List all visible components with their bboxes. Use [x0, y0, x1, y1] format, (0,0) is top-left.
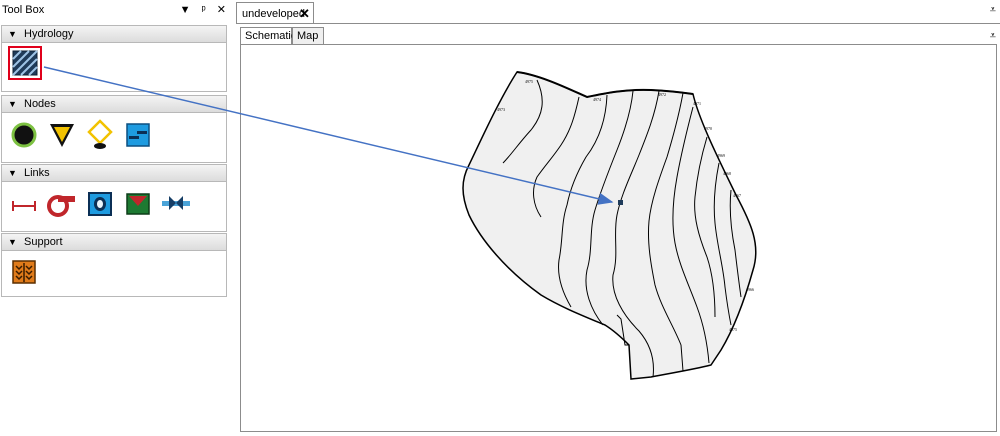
- contour-label: 4972: [658, 92, 666, 97]
- section-hydrology-header[interactable]: ▼ Hydrology: [1, 25, 227, 43]
- contour-label: 4974: [593, 97, 601, 102]
- subbasin-icon: [12, 50, 38, 76]
- subbasin-marker: [618, 200, 623, 205]
- storage-tool-button[interactable]: [124, 121, 152, 149]
- contour-label: 4967: [733, 193, 741, 198]
- section-support-header[interactable]: ▼ Support: [1, 233, 227, 251]
- toolbox-pin-icon[interactable]: ᵖ: [202, 4, 206, 16]
- toolbox-panel: Tool Box ▼ ᵖ ✕ ▼ Hydrology ▼ Nodes ▼ Lin…: [0, 0, 230, 436]
- section-support-body: [1, 251, 227, 297]
- toolbox-header: Tool Box ▼ ᵖ ✕: [0, 0, 230, 22]
- rain-gage-tool-button[interactable]: [10, 258, 38, 286]
- toolbox-dropdown-icon[interactable]: ▼: [180, 4, 191, 16]
- outfall-icon: [50, 124, 74, 147]
- junction-icon: [11, 122, 37, 148]
- orifice-tool-button[interactable]: [86, 190, 114, 218]
- contour-label: 4968: [723, 171, 731, 176]
- pump-tool-button[interactable]: [46, 191, 75, 219]
- outlet-icon: [162, 196, 190, 210]
- view-menu-icon[interactable]: ⩡: [990, 30, 996, 43]
- section-nodes-label: Nodes: [24, 98, 56, 110]
- contour-label: 4975: [729, 327, 737, 332]
- weir-icon: [126, 193, 150, 215]
- document-tab-label: undeveloped: [242, 8, 306, 20]
- contour-label: 4975: [525, 79, 533, 84]
- collapse-icon: ▼: [8, 29, 17, 39]
- outfall-tool-button[interactable]: [48, 121, 76, 149]
- subbasin-map: 4975 4974 4973 4972 4971 4970 4969 4968 …: [462, 71, 757, 380]
- storage-icon: [126, 123, 150, 147]
- document-menu-icon[interactable]: ⩡: [990, 4, 996, 17]
- document-area: undeveloped ✕ ⩡ Schematic Map ⩡ 4975 497…: [236, 0, 1000, 436]
- section-links-header[interactable]: ▼ Links: [1, 164, 227, 182]
- collapse-icon: ▼: [8, 168, 17, 178]
- weir-tool-button[interactable]: [124, 190, 152, 218]
- contour-label: 4966: [746, 287, 754, 292]
- close-icon[interactable]: ✕: [299, 6, 310, 22]
- contour-label: 4969: [717, 153, 725, 158]
- divider-tool-button[interactable]: [86, 119, 114, 149]
- divider-icon: [87, 119, 113, 149]
- contour-label: 4971: [693, 101, 701, 106]
- section-nodes-header[interactable]: ▼ Nodes: [1, 95, 227, 113]
- section-hydrology-body: [1, 43, 227, 92]
- junction-tool-button[interactable]: [10, 121, 38, 149]
- orifice-icon: [88, 192, 112, 216]
- subbasin-tool-button[interactable]: [8, 46, 42, 80]
- pump-icon: [47, 195, 75, 217]
- outlet-tool-button[interactable]: [160, 190, 190, 218]
- collapse-icon: ▼: [8, 99, 17, 109]
- conduit-tool-button[interactable]: [10, 192, 38, 220]
- document-tab[interactable]: undeveloped ✕: [236, 2, 314, 24]
- toolbox-close-icon[interactable]: ✕: [217, 3, 226, 16]
- collapse-icon: ▼: [8, 237, 17, 247]
- contour-label: 4973: [497, 107, 505, 112]
- conduit-icon: [12, 201, 36, 211]
- tab-schematic[interactable]: Schematic: [240, 27, 296, 45]
- contour-label: 4970: [704, 126, 712, 131]
- section-support-label: Support: [24, 236, 63, 248]
- section-links-label: Links: [24, 167, 50, 179]
- section-nodes-body: [1, 113, 227, 163]
- tab-strip-divider: [236, 23, 1000, 24]
- toolbox-title: Tool Box: [2, 4, 45, 16]
- tab-map[interactable]: Map: [292, 27, 324, 45]
- schematic-canvas[interactable]: 4975 4974 4973 4972 4971 4970 4969 4968 …: [240, 44, 997, 432]
- basin-boundary: [462, 71, 757, 380]
- section-hydrology-label: Hydrology: [24, 28, 74, 40]
- rain-gage-icon: [12, 260, 36, 284]
- section-links-body: [1, 182, 227, 232]
